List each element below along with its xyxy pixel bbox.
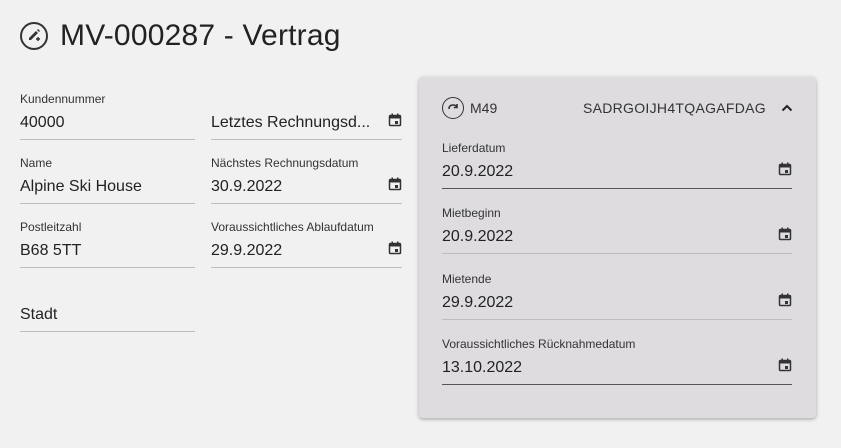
calendar-icon[interactable]: [388, 241, 402, 255]
delivery-date-field[interactable]: Lieferdatum 20.9.2022: [442, 141, 792, 189]
customer-name-value[interactable]: Alpine Ski House: [20, 176, 195, 198]
page-title: MV-000287 - Vertrag: [60, 19, 341, 52]
rental-end-value[interactable]: 29.9.2022: [442, 292, 772, 314]
city-field[interactable]: Stadt: [20, 284, 195, 332]
rental-item-card: M49 SADRGOIJH4TQAGAFDAG Lieferdatum 20.9…: [419, 77, 816, 418]
calendar-icon[interactable]: [388, 113, 402, 127]
serial-number: SADRGOIJH4TQAGAFDAG: [582, 100, 766, 116]
rental-start-label: Mietbeginn: [442, 206, 501, 220]
expected-end-date-value[interactable]: 29.9.2022: [211, 240, 382, 262]
next-invoice-date-value[interactable]: 30.9.2022: [211, 176, 382, 198]
city-input[interactable]: Stadt: [20, 304, 195, 326]
next-invoice-date-field[interactable]: Nächstes Rechnungsdatum 30.9.2022: [211, 156, 402, 204]
calendar-icon[interactable]: [778, 293, 792, 307]
next-invoice-date-label: Nächstes Rechnungsdatum: [211, 156, 359, 170]
calendar-icon[interactable]: [778, 227, 792, 241]
expected-end-date-field[interactable]: Voraussichtliches Ablaufdatum 29.9.2022: [211, 220, 402, 268]
rental-end-field[interactable]: Mietende 29.9.2022: [442, 272, 792, 320]
page-header: MV-000287 - Vertrag: [20, 18, 341, 54]
customer-number-label: Kundennummer: [20, 92, 106, 106]
last-invoice-date-field[interactable]: Letztes Rechnungsd...: [211, 92, 402, 140]
calendar-icon[interactable]: [388, 177, 402, 191]
calendar-icon[interactable]: [778, 358, 792, 372]
delivery-date-label: Lieferdatum: [442, 141, 506, 155]
rental-end-label: Mietende: [442, 272, 492, 286]
calendar-icon[interactable]: [778, 162, 792, 176]
zip-code-field[interactable]: Postleitzahl B68 5TT: [20, 220, 195, 268]
customer-name-label: Name: [20, 156, 53, 170]
zip-code-value[interactable]: B68 5TT: [20, 240, 195, 262]
rental-start-value[interactable]: 20.9.2022: [442, 226, 772, 248]
edit-icon: [20, 22, 48, 50]
last-invoice-date-input[interactable]: Letztes Rechnungsd...: [211, 112, 382, 134]
zip-code-label: Postleitzahl: [20, 220, 82, 234]
refresh-icon: [442, 97, 464, 119]
card-header[interactable]: M49 SADRGOIJH4TQAGAFDAG: [442, 95, 794, 121]
customer-number-value[interactable]: 40000: [20, 112, 195, 134]
customer-name-field[interactable]: Name Alpine Ski House: [20, 156, 195, 204]
expected-return-date-value[interactable]: 13.10.2022: [442, 357, 772, 379]
delivery-date-value[interactable]: 20.9.2022: [442, 161, 772, 183]
rental-start-field[interactable]: Mietbeginn 20.9.2022: [442, 206, 792, 254]
chevron-up-icon[interactable]: [780, 101, 794, 115]
expected-return-date-label: Voraussichtliches Rücknahmedatum: [442, 337, 636, 351]
item-code: M49: [470, 100, 498, 116]
expected-return-date-field[interactable]: Voraussichtliches Rücknahmedatum 13.10.2…: [442, 337, 792, 385]
customer-number-field[interactable]: Kundennummer 40000: [20, 92, 195, 140]
expected-end-date-label: Voraussichtliches Ablaufdatum: [211, 220, 374, 234]
